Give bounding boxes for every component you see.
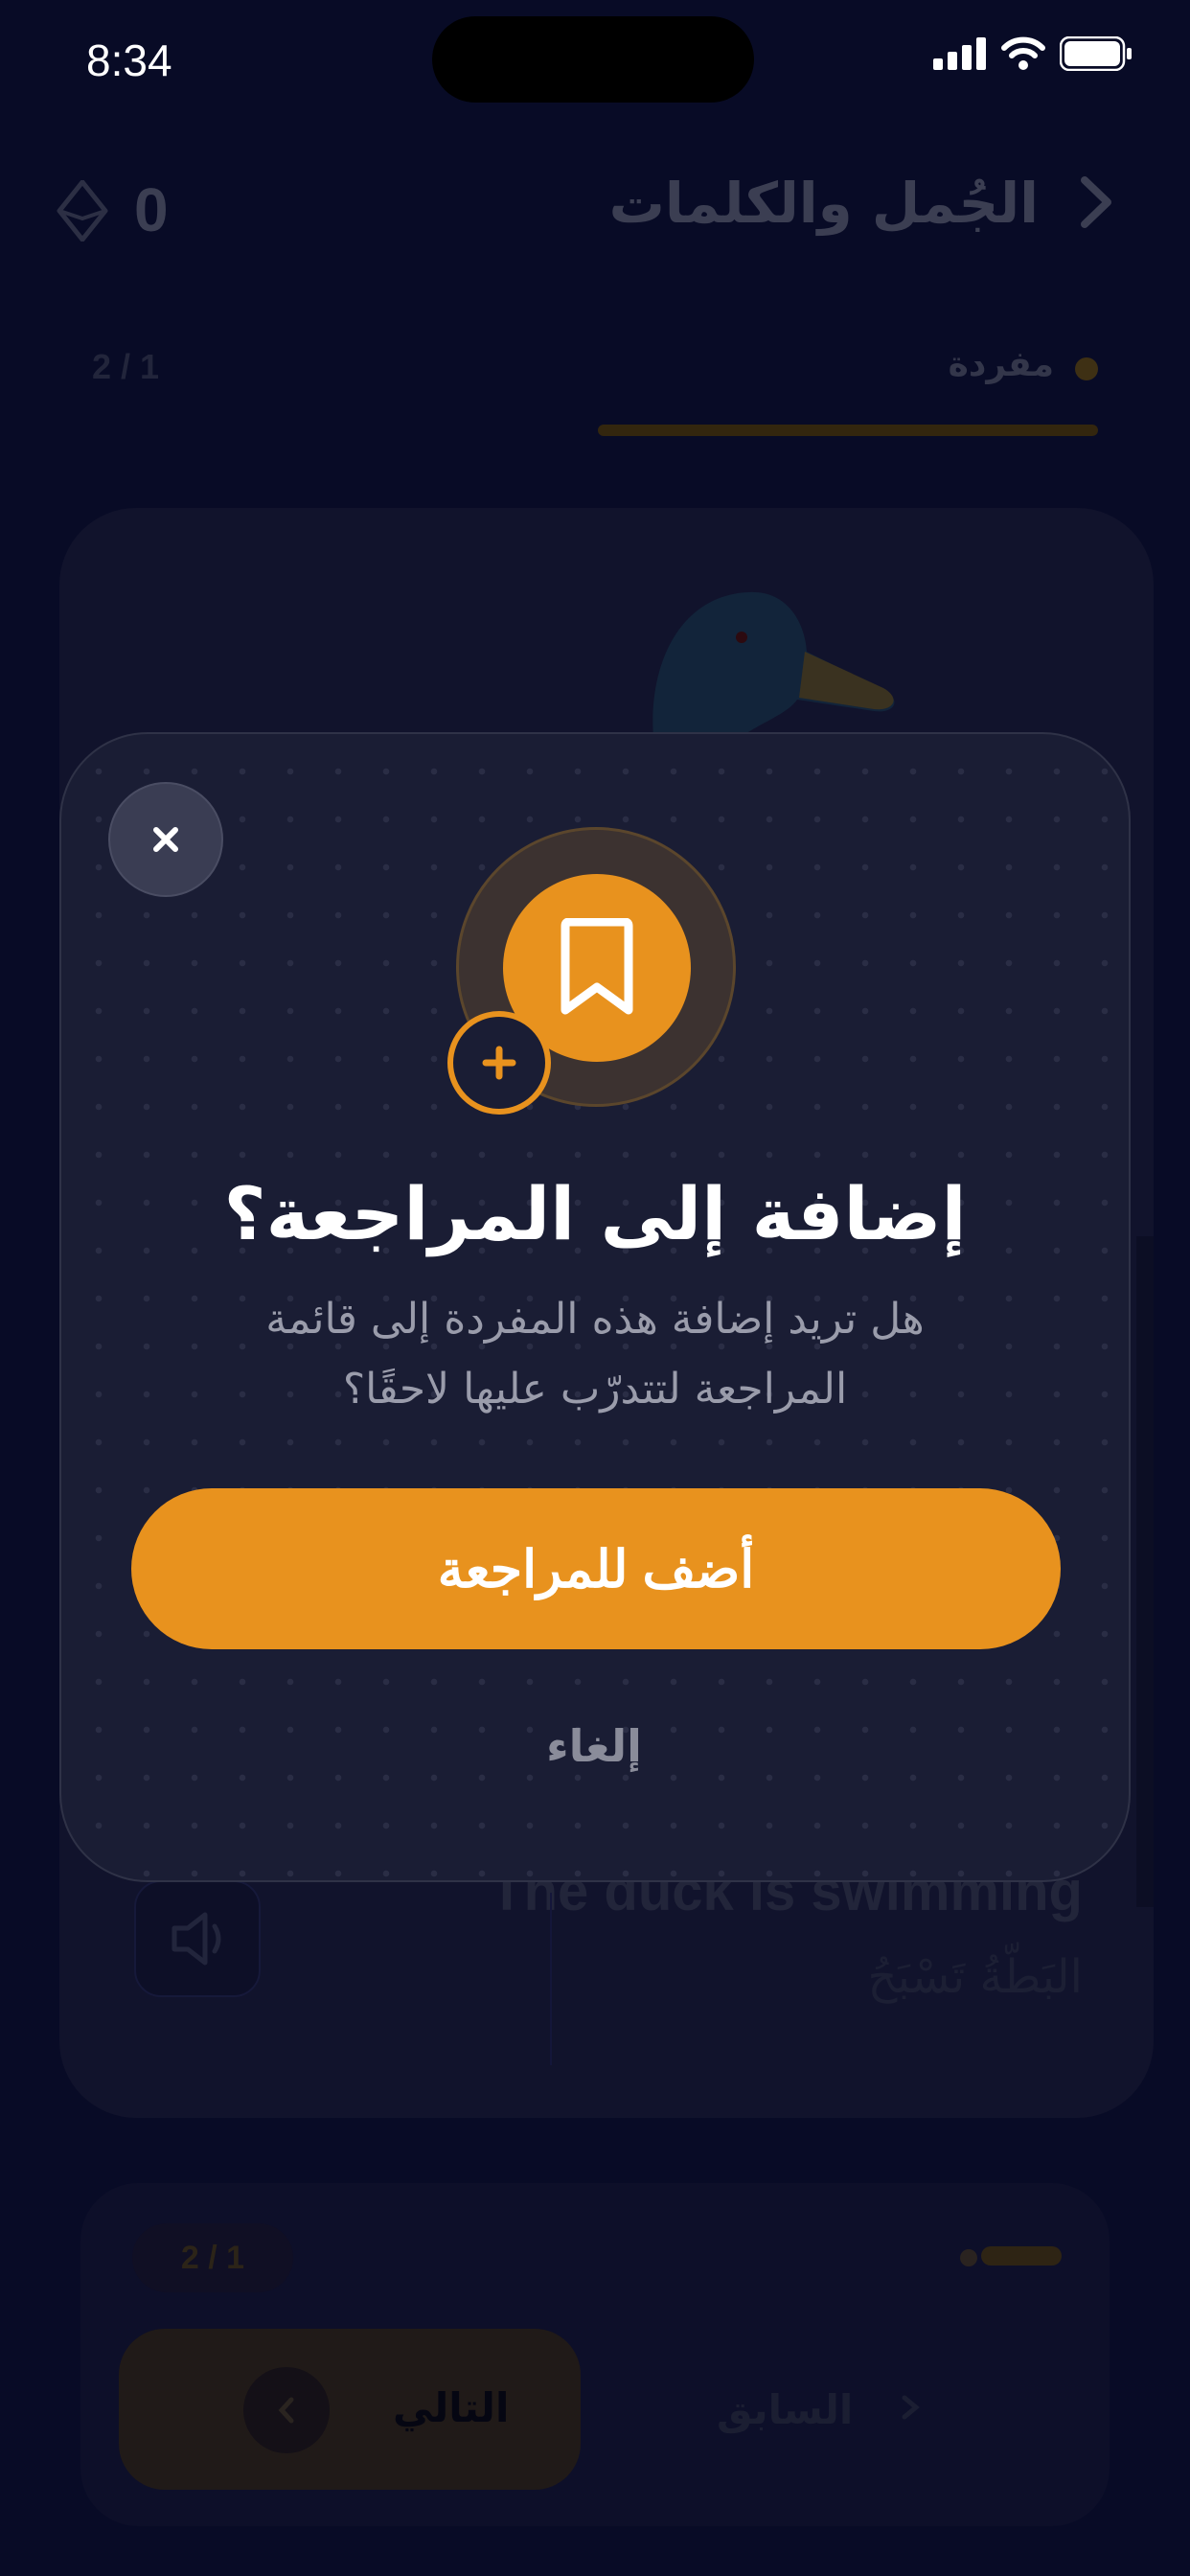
chevron-right-icon: [902, 2395, 920, 2420]
close-button[interactable]: [108, 782, 223, 897]
speaker-icon: [172, 1912, 221, 1966]
progress-bar: [598, 425, 1098, 436]
footer-progress-pill: [981, 2246, 1062, 2266]
audio-button[interactable]: [134, 1880, 261, 1997]
close-icon: [153, 827, 178, 852]
next-button-label: التالي: [393, 2384, 510, 2431]
tab-indicator-dot: [1075, 357, 1098, 380]
modal-title: إضافة إلى المراجعة؟: [223, 1171, 967, 1256]
page-title: الجُمل والكلمات: [608, 171, 1039, 236]
modal-description-line1: هل تريد إضافة هذه المفردة إلى قائمة: [265, 1295, 925, 1344]
modal-description-line2: المراجعة لتتدرّب عليها لاحقًا؟: [342, 1365, 848, 1414]
item-counter: 2 / 1: [92, 347, 160, 386]
add-to-review-label: أضف للمراجعة: [437, 1540, 755, 1598]
divider: [550, 1893, 552, 2065]
chevron-right-icon[interactable]: [1065, 172, 1125, 232]
prev-button-label[interactable]: السابق: [717, 2386, 853, 2433]
modal-description: هل تريد إضافة هذه المفردة إلى قائمة المر…: [172, 1284, 1018, 1424]
chevron-left-icon: [278, 2397, 294, 2424]
cancel-button[interactable]: إلغاء: [498, 1720, 690, 1772]
score-value: 0: [134, 175, 169, 244]
duck-illustration: [652, 591, 895, 738]
bookmark-icon: [561, 918, 633, 1015]
footer-dot: [960, 2249, 977, 2266]
footer-counter: 2 / 1: [132, 2223, 293, 2292]
card-edge: [1136, 1236, 1154, 1907]
next-button[interactable]: [119, 2329, 581, 2490]
diamond-icon: [57, 180, 108, 242]
add-to-review-button[interactable]: أضف للمراجعة: [131, 1488, 1061, 1649]
sentence-arabic: البَطّةُ تَسْبَحُ: [867, 1950, 1083, 2004]
next-chevron: [243, 2367, 330, 2453]
plus-icon: [482, 1046, 516, 1080]
plus-badge: [447, 1011, 551, 1115]
tab-word[interactable]: مفردة: [949, 345, 1054, 384]
